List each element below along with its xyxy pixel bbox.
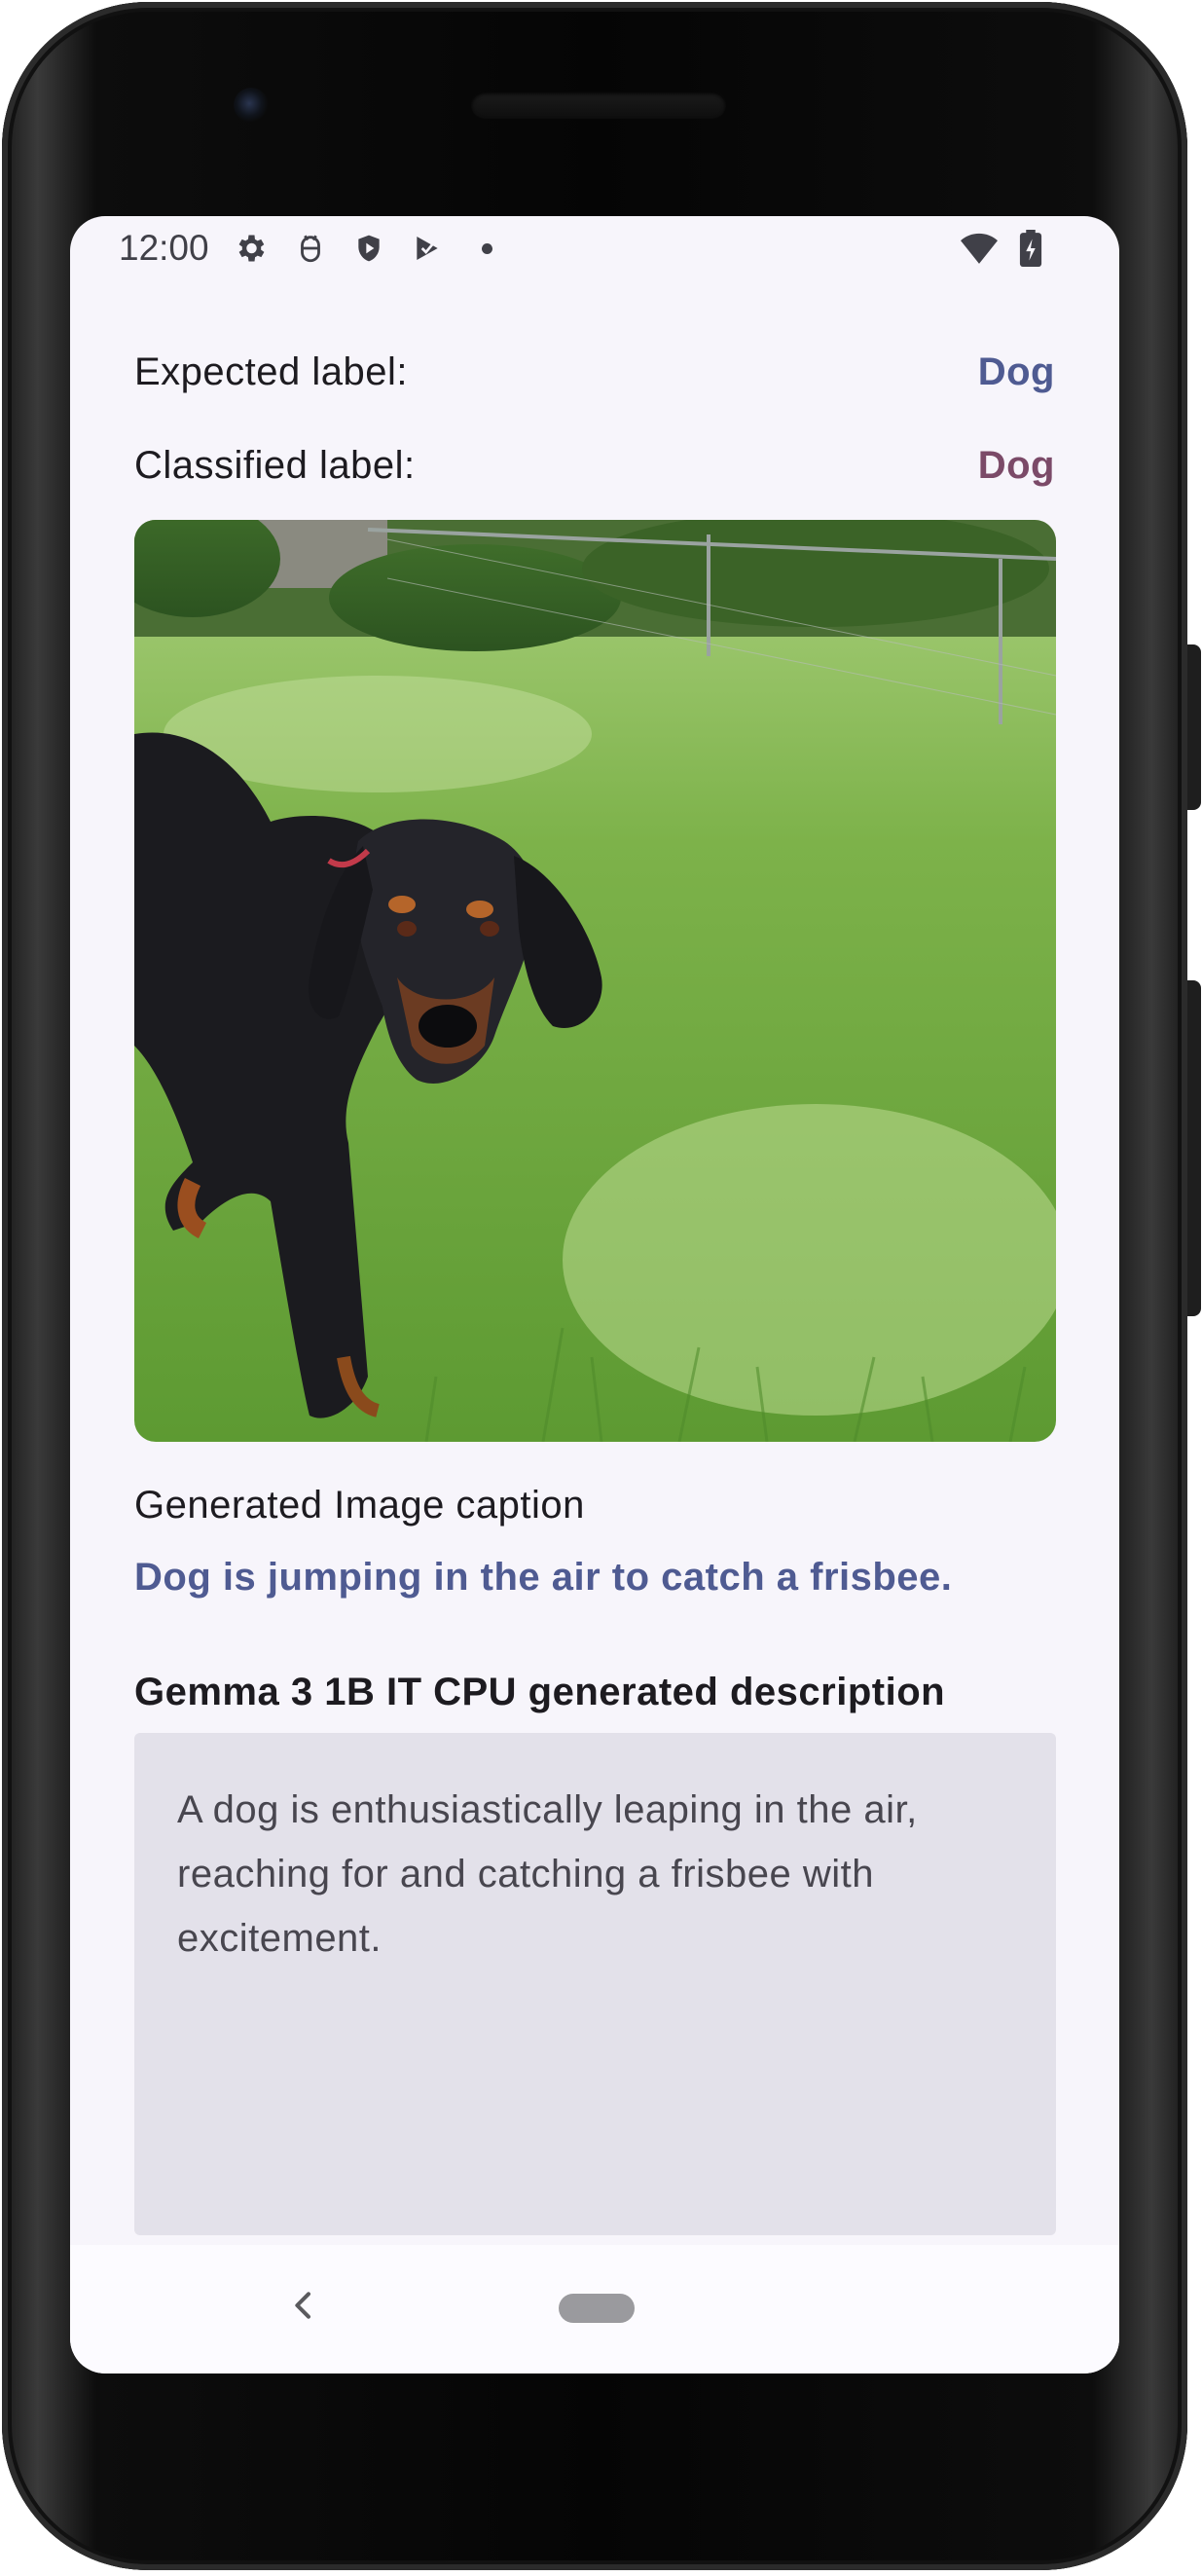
classified-label-caption: Classified label:	[134, 444, 416, 487]
expected-label-value: Dog	[977, 350, 1055, 393]
back-icon[interactable]	[284, 2286, 323, 2325]
android-debug-icon	[292, 230, 329, 267]
caption-title: Generated Image caption	[134, 1484, 585, 1527]
status-time: 12:00	[119, 228, 209, 268]
phone-frame: 12:00 Expected label: Dog Classified lab…	[2, 2, 1201, 2570]
status-bar: 12:00	[70, 216, 1119, 280]
home-pill-icon[interactable]	[559, 2294, 635, 2323]
settings-icon	[232, 230, 269, 267]
classified-label-value: Dog	[977, 444, 1055, 487]
earpiece-speaker	[471, 92, 726, 119]
app-screen: 12:00 Expected label: Dog Classified lab…	[70, 216, 1119, 2374]
volume-button	[1187, 980, 1201, 1316]
caption-text: Dog is jumping in the air to catch a fri…	[134, 1556, 953, 1599]
description-title: Gemma 3 1B IT CPU generated description	[134, 1671, 946, 1713]
dot-icon	[477, 230, 496, 267]
shield-icon	[350, 230, 387, 267]
description-box[interactable]: A dog is enthusiastically leaping in the…	[134, 1733, 1056, 2235]
power-button	[1187, 644, 1201, 810]
navigation-bar	[70, 2245, 1119, 2374]
front-camera	[234, 88, 269, 123]
expected-label-caption: Expected label:	[134, 350, 409, 393]
play-protect-icon	[409, 230, 446, 267]
description-text: A dog is enthusiastically leaping in the…	[177, 1788, 918, 1960]
expected-label-row: Expected label: Dog	[134, 350, 1055, 394]
wifi-icon	[960, 230, 999, 267]
battery-charging-icon	[1016, 230, 1045, 267]
classified-label-row: Classified label: Dog	[134, 444, 1055, 488]
dog-photo	[134, 520, 1056, 1442]
